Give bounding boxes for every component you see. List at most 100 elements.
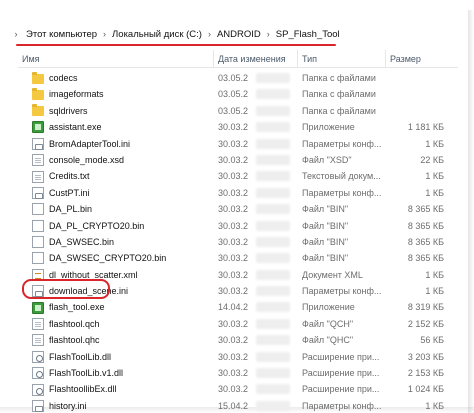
breadcrumb-sp-flash-tool[interactable]: SP_Flash_Tool bbox=[272, 29, 344, 40]
file-size: 2 152 КБ bbox=[407, 318, 444, 329]
file-size: 56 КБ bbox=[420, 335, 444, 346]
column-header-size[interactable]: Размер bbox=[386, 50, 458, 68]
file-row[interactable]: Credits.txt 30.03.2 Текстовый докум... 1 КБ bbox=[18, 168, 458, 184]
bin-icon bbox=[32, 219, 44, 232]
bin-icon bbox=[32, 252, 44, 265]
file-name: Credits.txt bbox=[49, 171, 90, 182]
file-row[interactable]: imageformats 03.05.2 Папка с файлами bbox=[18, 86, 458, 102]
bin-icon bbox=[32, 236, 44, 249]
file-date-cell: 30.03.2 bbox=[214, 234, 298, 250]
file-row[interactable]: assistant.exe 30.03.2 Приложение 1 181 КБ bbox=[18, 119, 458, 135]
breadcrumb-android[interactable]: ANDROID bbox=[213, 29, 265, 40]
file-name: DA_SWSEC.bin bbox=[49, 236, 115, 247]
file-name: CustPT.ini bbox=[49, 187, 90, 198]
file-name-cell[interactable]: console_mode.xsd bbox=[18, 152, 214, 168]
file-size: 22 КБ bbox=[420, 154, 444, 165]
file-name-cell[interactable]: sqldrivers bbox=[18, 103, 214, 119]
file-size: 1 КБ bbox=[425, 138, 444, 149]
file-date-cell: 14.04.2 bbox=[214, 299, 298, 315]
file-name: FlashToolLib.v1.dll bbox=[49, 368, 124, 379]
file-name-cell[interactable]: FlashToolLib.dll bbox=[18, 349, 214, 365]
file-date: 30.03.2 bbox=[218, 187, 249, 198]
redacted-date-blur bbox=[256, 187, 290, 198]
file-name-cell[interactable]: assistant.exe bbox=[18, 119, 214, 135]
breadcrumb-chevron-icon[interactable]: › bbox=[101, 29, 108, 39]
address-bar[interactable]: › Этот компьютер › Локальный диск (C:) ›… bbox=[10, 22, 360, 46]
file-date-cell: 30.03.2 bbox=[214, 316, 298, 332]
file-row[interactable]: codecs 03.05.2 Папка с файлами bbox=[18, 70, 458, 86]
file-date: 14.04.2 bbox=[218, 302, 249, 313]
file-name: codecs bbox=[49, 73, 78, 83]
file-name-cell[interactable]: CustPT.ini bbox=[18, 185, 214, 201]
column-header-type[interactable]: Тип bbox=[298, 49, 386, 68]
file-row[interactable]: BromAdapterTool.ini 30.03.2 Параметры конф… bbox=[18, 136, 458, 152]
file-row[interactable]: console_mode.xsd 30.03.2 Файл "XSD" 22 КБ bbox=[18, 152, 458, 168]
file-name-cell[interactable]: DA_PL_CRYPTO20.bin bbox=[18, 218, 214, 234]
file-type: Текстовый докум... bbox=[302, 171, 381, 182]
file-name-cell[interactable]: FlashtoollibEx.dll bbox=[18, 381, 214, 397]
redacted-date-blur bbox=[256, 335, 290, 346]
address-highlight-underline bbox=[16, 44, 336, 46]
file-name-cell[interactable]: flashtool.qhc bbox=[18, 332, 214, 348]
file-type: Параметры конф... bbox=[302, 286, 382, 297]
file-name-cell[interactable]: DA_PL.bin bbox=[18, 201, 214, 217]
redacted-date-blur bbox=[256, 384, 290, 395]
file-date-cell: 03.05.2 bbox=[214, 70, 298, 86]
file-date-cell: 30.03.2 bbox=[214, 365, 298, 381]
file-row[interactable]: DA_PL_CRYPTO20.bin 30.03.2 Файл "BIN" 8 365… bbox=[18, 218, 458, 234]
file-date: 30.03.2 bbox=[218, 204, 249, 215]
file-row[interactable]: CustPT.ini 30.03.2 Параметры конф... 1 КБ bbox=[18, 185, 458, 201]
file-name-cell[interactable]: flashtool.qch bbox=[18, 316, 214, 332]
file-name-cell[interactable]: Credits.txt bbox=[18, 168, 214, 184]
file-date: 30.03.2 bbox=[218, 220, 249, 231]
dll-icon bbox=[32, 350, 44, 363]
file-date-cell: 30.03.2 bbox=[214, 201, 298, 217]
redacted-date-blur bbox=[256, 236, 290, 247]
file-name-cell[interactable]: imageformats bbox=[18, 86, 214, 102]
column-header-date[interactable]: Дата изменения bbox=[214, 49, 298, 68]
file-name-cell[interactable]: flash_tool.exe bbox=[18, 299, 214, 315]
file-size: 1 КБ bbox=[425, 187, 444, 198]
dll-icon bbox=[32, 383, 44, 396]
file-row[interactable]: DA_SWSEC_CRYPTO20.bin 30.03.2 Файл "BIN" 8 … bbox=[18, 250, 458, 266]
file-name-cell[interactable]: DA_SWSEC.bin bbox=[18, 234, 214, 250]
file-row[interactable]: sqldrivers 03.05.2 Папка с файлами bbox=[18, 103, 458, 119]
file-name-cell[interactable]: FlashToolLib.v1.dll bbox=[18, 365, 214, 381]
file-date-cell: 03.05.2 bbox=[214, 86, 298, 102]
file-name-cell[interactable]: DA_SWSEC_CRYPTO20.bin bbox=[18, 250, 214, 266]
file-type: Параметры конф... bbox=[302, 138, 382, 149]
file-name: FlashToolLib.dll bbox=[49, 351, 112, 362]
file-date: 30.03.2 bbox=[218, 335, 249, 346]
file-date: 30.03.2 bbox=[218, 253, 249, 264]
file-date-cell: 30.03.2 bbox=[214, 218, 298, 234]
file-date-cell: 30.03.2 bbox=[214, 168, 298, 184]
file-date: 03.05.2 bbox=[218, 105, 249, 116]
file-row[interactable]: DA_PL.bin 30.03.2 Файл "BIN" 8 365 КБ bbox=[18, 201, 458, 217]
breadcrumb-local-disk[interactable]: Локальный диск (C:) bbox=[108, 29, 206, 40]
file-date-cell: 30.03.2 bbox=[214, 185, 298, 201]
file-row[interactable]: flashtool.qch 30.03.2 Файл "QCH" 2 152 КБ bbox=[18, 316, 458, 332]
file-row[interactable]: FlashToolLib.dll 30.03.2 Расширение при...… bbox=[18, 349, 458, 365]
folder-icon bbox=[32, 104, 44, 117]
file-row[interactable]: flashtool.qhc 30.03.2 Файл "QHC" 56 КБ bbox=[18, 332, 458, 348]
breadcrumb-chevron-icon[interactable]: › bbox=[206, 29, 213, 39]
file-row[interactable]: history.ini 15.04.2 Параметры конф... 1 КБ bbox=[18, 398, 458, 413]
file-type: Файл "XSD" bbox=[302, 154, 352, 165]
file-name-cell[interactable]: history.ini bbox=[18, 398, 214, 413]
file-row[interactable]: FlashToolLib.v1.dll 30.03.2 Расширение при… bbox=[18, 365, 458, 381]
file-name-cell[interactable]: codecs bbox=[18, 70, 214, 86]
breadcrumb-expand-icon[interactable]: › bbox=[10, 29, 22, 39]
file-row[interactable]: FlashtoollibEx.dll 30.03.2 Расширение при.… bbox=[18, 381, 458, 397]
column-header-name[interactable]: Имя bbox=[18, 49, 214, 68]
file-name-cell[interactable]: BromAdapterTool.ini bbox=[18, 136, 214, 152]
file-row[interactable]: flash_tool.exe 14.04.2 Приложение 8 319 КБ bbox=[18, 299, 458, 315]
file-name: assistant.exe bbox=[49, 122, 102, 133]
file-date: 15.04.2 bbox=[218, 400, 249, 411]
column-header-row: Имя Дата изменения Тип Размер bbox=[18, 49, 458, 68]
file-row[interactable]: DA_SWSEC.bin 30.03.2 Файл "BIN" 8 365 КБ bbox=[18, 234, 458, 250]
file-type: Файл "BIN" bbox=[302, 236, 349, 247]
file-size: 8 365 КБ bbox=[407, 253, 444, 264]
breadcrumb-chevron-icon[interactable]: › bbox=[265, 29, 272, 39]
breadcrumb-this-pc[interactable]: Этот компьютер bbox=[22, 29, 101, 40]
file-date: 03.05.2 bbox=[218, 73, 249, 83]
